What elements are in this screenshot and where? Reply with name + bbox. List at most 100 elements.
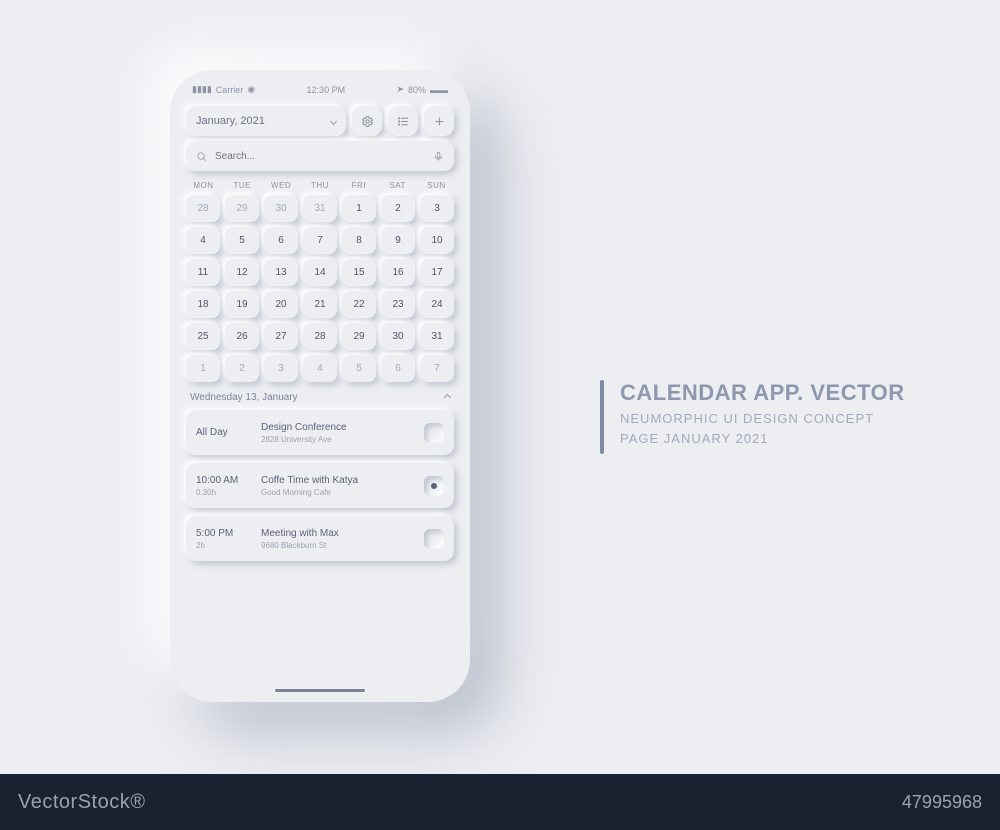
footer-strip: VectorStock® 47995968 xyxy=(0,774,1000,830)
calendar-day[interactable]: 16 xyxy=(381,259,415,286)
weekday-label: TUE xyxy=(225,181,260,190)
calendar-day[interactable]: 24 xyxy=(420,291,454,318)
add-button[interactable] xyxy=(424,106,454,136)
calendar-day[interactable]: 3 xyxy=(420,195,454,222)
event-card[interactable]: 5:00 PM2h Meeting with Max 9680 Blackburn … xyxy=(186,516,454,561)
event-toggle[interactable] xyxy=(424,529,444,549)
calendar-day[interactable]: 26 xyxy=(225,323,259,350)
weekday-label: SAT xyxy=(380,181,415,190)
event-duration: 2h xyxy=(196,541,251,550)
calendar-day[interactable]: 13 xyxy=(264,259,298,286)
calendar-day[interactable]: 10 xyxy=(420,227,454,254)
event-toggle[interactable] xyxy=(424,476,444,496)
calendar-day[interactable]: 28 xyxy=(303,323,337,350)
calendar-day[interactable]: 27 xyxy=(264,323,298,350)
caption-line2: PAGE JANUARY 2021 xyxy=(620,431,905,446)
calendar-day[interactable]: 5 xyxy=(225,227,259,254)
month-select[interactable]: January, 2021 xyxy=(186,106,346,136)
calendar-day[interactable]: 3 xyxy=(264,355,298,382)
calendar-day[interactable]: 18 xyxy=(186,291,220,318)
event-title: Meeting with Max xyxy=(261,528,414,539)
calendar-day[interactable]: 30 xyxy=(381,323,415,350)
calendar-day[interactable]: 4 xyxy=(186,227,220,254)
calendar-day[interactable]: 17 xyxy=(420,259,454,286)
calendar-day[interactable]: 21 xyxy=(303,291,337,318)
calendar-day[interactable]: 4 xyxy=(303,355,337,382)
weekday-label: FRI xyxy=(341,181,376,190)
event-body: Meeting with Max 9680 Blackburn St xyxy=(261,528,414,550)
list-view-button[interactable] xyxy=(388,106,418,136)
calendar-day[interactable]: 7 xyxy=(303,227,337,254)
calendar-day[interactable]: 6 xyxy=(381,355,415,382)
weekday-label: MON xyxy=(186,181,221,190)
weekday-label: SUN xyxy=(419,181,454,190)
event-title: Coffe Time with Katya xyxy=(261,475,414,486)
calendar-day[interactable]: 6 xyxy=(264,227,298,254)
calendar-day[interactable]: 1 xyxy=(342,195,376,222)
selected-day-header[interactable]: Wednesday 13, January xyxy=(186,392,454,403)
battery-label: 80% xyxy=(408,85,426,95)
event-location: Good Morning Cafe xyxy=(261,488,414,497)
event-body: Design Conference2828 University Ave xyxy=(261,422,414,444)
calendar-day[interactable]: 8 xyxy=(342,227,376,254)
calendar-day[interactable]: 28 xyxy=(186,195,220,222)
settings-button[interactable] xyxy=(352,106,382,136)
calendar-day[interactable]: 19 xyxy=(225,291,259,318)
image-code: 47995968 xyxy=(902,792,982,813)
calendar-day[interactable]: 14 xyxy=(303,259,337,286)
phone-mockup: ▮▮▮▮ Carrier ◉ 12:30 PM ➤ 80% ▬▬ January… xyxy=(170,70,470,702)
calendar-day[interactable]: 9 xyxy=(381,227,415,254)
calendar-day[interactable]: 25 xyxy=(186,323,220,350)
selected-day-label: Wednesday 13, January xyxy=(190,392,298,403)
calendar-day[interactable]: 2 xyxy=(225,355,259,382)
image-caption: CALENDAR APP. VECTOR NEUMORPHIC UI DESIG… xyxy=(600,380,905,454)
event-time: 5:00 PM2h xyxy=(196,528,251,550)
event-body: Coffe Time with Katya Good Morning Cafe xyxy=(261,475,414,497)
signal-icon: ▮▮▮▮ xyxy=(192,84,212,95)
calendar-day[interactable]: 1 xyxy=(186,355,220,382)
event-card[interactable]: All DayDesign Conference2828 University … xyxy=(186,410,454,455)
calendar-day[interactable]: 22 xyxy=(342,291,376,318)
watermark-label: VectorStock® xyxy=(18,791,145,814)
status-bar: ▮▮▮▮ Carrier ◉ 12:30 PM ➤ 80% ▬▬ xyxy=(186,84,454,101)
search-input[interactable] xyxy=(215,151,425,162)
clock-label: 12:30 PM xyxy=(307,85,346,95)
calendar-day[interactable]: 11 xyxy=(186,259,220,286)
calendar-day[interactable]: 2 xyxy=(381,195,415,222)
calendar-day[interactable]: 29 xyxy=(342,323,376,350)
calendar-day[interactable]: 5 xyxy=(342,355,376,382)
calendar-day[interactable]: 20 xyxy=(264,291,298,318)
caption-bar xyxy=(600,380,604,454)
event-toggle[interactable] xyxy=(424,423,444,443)
search-icon xyxy=(196,151,207,162)
month-select-label: January, 2021 xyxy=(196,115,265,127)
calendar-day[interactable]: 15 xyxy=(342,259,376,286)
calendar-day[interactable]: 12 xyxy=(225,259,259,286)
battery-icon: ▬▬ xyxy=(430,85,448,95)
calendar-grid: 2829303112345678910111213141516171819202… xyxy=(186,195,454,382)
caption-line1: NEUMORPHIC UI DESIGN CONCEPT xyxy=(620,411,905,426)
calendar-day[interactable]: 29 xyxy=(225,195,259,222)
chevron-down-icon xyxy=(330,117,337,124)
event-location: 2828 University Ave xyxy=(261,435,414,444)
location-icon: ➤ xyxy=(396,84,404,95)
calendar-day[interactable]: 7 xyxy=(420,355,454,382)
caption-title: CALENDAR APP. VECTOR xyxy=(620,380,905,406)
weekday-label: THU xyxy=(303,181,338,190)
gear-icon xyxy=(361,115,374,128)
home-indicator[interactable] xyxy=(275,689,365,692)
event-location: 9680 Blackburn St xyxy=(261,541,414,550)
calendar-day[interactable]: 30 xyxy=(264,195,298,222)
event-card[interactable]: 10:00 AM0.30h Coffe Time with Katya Good M… xyxy=(186,463,454,508)
weekday-row: MON TUE WED THUFRI SAT SUN xyxy=(186,181,454,190)
calendar-day[interactable]: 31 xyxy=(303,195,337,222)
mic-icon[interactable] xyxy=(433,151,444,162)
search-field[interactable] xyxy=(186,141,454,171)
calendar-day[interactable]: 23 xyxy=(381,291,415,318)
dot-icon xyxy=(431,483,437,489)
weekday-label: WED xyxy=(264,181,299,190)
wifi-icon: ◉ xyxy=(247,84,255,95)
event-time: 10:00 AM0.30h xyxy=(196,475,251,497)
calendar-day[interactable]: 31 xyxy=(420,323,454,350)
event-list: All DayDesign Conference2828 University … xyxy=(186,410,454,561)
